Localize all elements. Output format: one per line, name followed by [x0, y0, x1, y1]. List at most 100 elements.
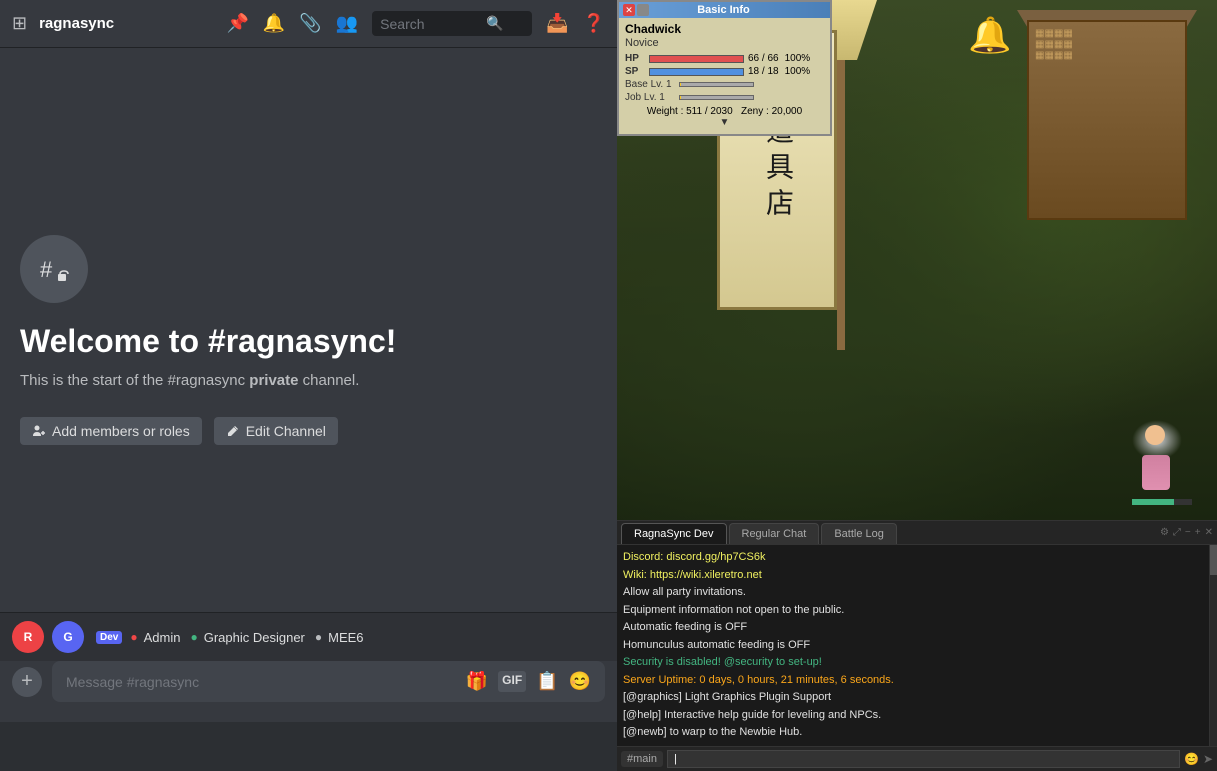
sp-values: 18 / 18 — [748, 66, 779, 77]
window-close-button[interactable]: ✕ — [623, 4, 635, 16]
sp-percent: 100% — [785, 66, 811, 77]
members-icon[interactable]: 👥 — [336, 13, 358, 34]
chat-msg-10: [@help] Interactive help guide for level… — [623, 707, 1203, 724]
edit-icon — [226, 424, 240, 438]
member-avatar-2: G — [52, 621, 84, 653]
base-lv-fill — [680, 83, 681, 86]
pin-icon[interactable]: 📌 — [226, 13, 248, 34]
channel-content: # Welcome to #ragnasync! This is the sta… — [0, 48, 617, 722]
bell-decoration: 🔔 — [968, 15, 1012, 56]
add-members-label: Add members or roles — [52, 423, 190, 439]
chat-tab-icons: ⚙ ⤢ − + ✕ — [1160, 527, 1213, 540]
channel-main: # Welcome to #ragnasync! This is the sta… — [0, 48, 617, 612]
channel-description: This is the start of the #ragnasync priv… — [20, 370, 359, 393]
chat-scrollbar[interactable] — [1209, 545, 1217, 746]
role-dot-graphic: ● — [190, 630, 197, 644]
add-members-button[interactable]: Add members or roles — [20, 417, 202, 445]
chat-msg-11: [@newb] to warp to the Newbie Hub. — [623, 724, 1203, 741]
hash-lock-icon: # — [36, 251, 72, 287]
basic-info-window[interactable]: ✕ Basic Info Chadwick Novice HP 66 / 6 — [617, 0, 832, 136]
channel-actions: Add members or roles Edit Channel — [20, 417, 338, 445]
character-sprite — [1127, 420, 1187, 500]
chat-x-icon[interactable]: ✕ — [1205, 527, 1213, 538]
discord-panel: ⊞ ragnasync 📌 🔔 📎 👥 🔍 📥 ❓ — [0, 0, 617, 722]
avatar-img-2: G — [52, 621, 84, 653]
hp-bar-container — [649, 55, 744, 63]
role-admin-label: Admin — [144, 630, 181, 645]
role-graphic-label: Graphic Designer — [204, 630, 305, 645]
chat-messages: Discord: discord.gg/hp7CS6k Wiki: https:… — [617, 545, 1209, 746]
inbox-icon[interactable]: 📥 — [546, 13, 568, 34]
emoji-icon[interactable]: 😊 — [569, 671, 591, 692]
chat-msg-2: Wiki: https://wiki.xileretro.net — [623, 567, 1203, 584]
chat-resize-icon[interactable]: ⤢ — [1173, 527, 1181, 538]
chat-msg-5: Automatic feeding is OFF — [623, 619, 1203, 636]
char-name: Chadwick — [625, 22, 824, 36]
desc-end: channel. — [299, 372, 360, 389]
base-lv-label: Base Lv. 1 — [625, 79, 675, 90]
sp-bar-container — [649, 68, 744, 76]
job-lv-fill — [680, 96, 681, 99]
members-bar: R G Dev ● Admin ● Graphic Designer ● MEE… — [0, 612, 617, 661]
chat-msg-9: [@graphics] Light Graphics Plugin Suppor… — [623, 689, 1203, 706]
hp-percent: 100% — [785, 53, 811, 64]
job-lv-row: Job Lv. 1 — [625, 92, 824, 103]
weight-zeny-row: Weight : 511 / 2030 Zeny : 20,000 — [625, 106, 824, 117]
chat-text-input[interactable] — [667, 750, 1180, 768]
sticker-icon[interactable]: 📋 — [536, 671, 558, 692]
gif-icon[interactable]: GIF — [498, 671, 526, 692]
chat-tab-battle[interactable]: Battle Log — [821, 523, 897, 544]
chat-input-row: #main 😊 ➤ — [617, 746, 1217, 771]
window-minimize-button[interactable] — [637, 4, 649, 16]
chat-msg-4: Equipment information not open to the pu… — [623, 602, 1203, 619]
chat-minus-icon[interactable]: − — [1185, 527, 1191, 538]
wooden-structure: ▦▦▦▦▦▦▦▦▦▦▦▦ — [1027, 20, 1187, 220]
bell-icon[interactable]: 🔔 — [263, 13, 285, 34]
desc-start: This is the start of the — [20, 372, 168, 389]
svg-text:#: # — [40, 257, 53, 282]
game-panel: 道具店 🔔 ▦▦▦▦▦▦▦▦▦▦▦▦ — [617, 0, 1217, 722]
message-placeholder: Message #ragnasync — [66, 674, 466, 690]
char-hp-fill — [1132, 499, 1174, 505]
window-title: Basic Info — [697, 4, 750, 16]
role-dot-admin: ● — [130, 630, 137, 644]
search-bar: 🔍 — [372, 11, 532, 36]
message-input-box[interactable]: Message #ragnasync 🎁 GIF 📋 😊 — [52, 661, 605, 702]
chat-channel-tag[interactable]: #main — [621, 751, 663, 767]
add-attachment-button[interactable]: + — [12, 667, 42, 697]
game-viewport: 道具店 🔔 ▦▦▦▦▦▦▦▦▦▦▦▦ — [617, 0, 1217, 520]
gift-icon[interactable]: 🎁 — [466, 671, 488, 692]
member-avatar-1: R — [12, 621, 44, 653]
chat-tab-regular[interactable]: Regular Chat — [729, 523, 820, 544]
chat-send-icon[interactable]: ➤ — [1203, 752, 1213, 766]
input-icons: 🎁 GIF 📋 😊 — [466, 671, 591, 692]
chat-msg-1: Discord: discord.gg/hp7CS6k — [623, 549, 1203, 566]
server-name-text: ragnasync — [39, 15, 114, 32]
channel-icon-container: # — [20, 235, 88, 303]
hp-bar-fill — [650, 56, 743, 62]
dev-badge: Dev — [96, 631, 122, 644]
sp-row: SP 18 / 18 100% — [625, 66, 824, 77]
message-input-bar: + Message #ragnasync 🎁 GIF 📋 😊 — [0, 661, 617, 722]
chat-msg-6: Homunculus automatic feeding is OFF — [623, 637, 1203, 654]
chat-emoji-icon[interactable]: 😊 — [1184, 752, 1199, 766]
bookmark-icon[interactable]: 📎 — [299, 13, 321, 34]
server-name-display: ragnasync — [39, 15, 114, 32]
window-content: Chadwick Novice HP 66 / 66 100% — [619, 18, 830, 134]
char-class: Novice — [625, 37, 824, 49]
member-roles: ● Admin ● Graphic Designer ● MEE6 — [130, 630, 363, 645]
edit-channel-button[interactable]: Edit Channel — [214, 417, 338, 445]
waffle-icon[interactable]: ⊞ — [12, 13, 27, 34]
welcome-title: Welcome to #ragnasync! — [20, 323, 396, 360]
char-hp-bar — [1132, 499, 1192, 505]
chat-plus-icon[interactable]: + — [1195, 527, 1201, 538]
search-input[interactable] — [380, 16, 480, 32]
base-lv-row: Base Lv. 1 — [625, 79, 824, 90]
chat-tab-ragnasync-dev[interactable]: RagnaSync Dev — [621, 523, 727, 544]
help-icon[interactable]: ❓ — [583, 13, 605, 34]
zeny-text: Zeny : 20,000 — [741, 106, 802, 117]
chat-settings-icon[interactable]: ⚙ — [1160, 527, 1169, 538]
job-lv-bar — [679, 95, 754, 100]
edit-channel-label: Edit Channel — [246, 423, 326, 439]
job-lv-label: Job Lv. 1 — [625, 92, 675, 103]
